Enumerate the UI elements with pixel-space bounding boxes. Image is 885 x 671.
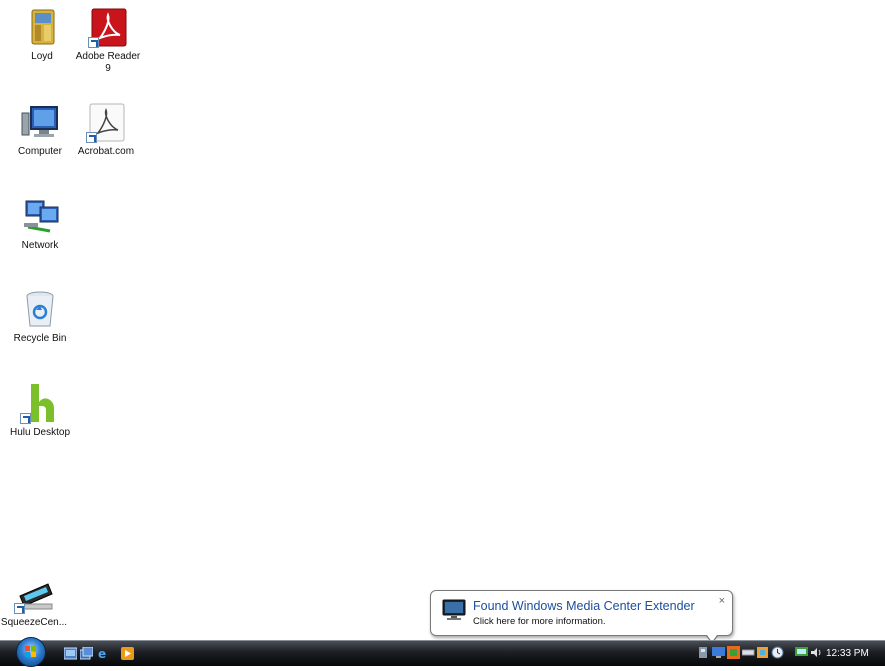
desktop-icon-network[interactable]: Network bbox=[4, 197, 76, 252]
notification-title: Found Windows Media Center Extender bbox=[473, 599, 695, 613]
notification-text: Click here for more information. bbox=[473, 616, 606, 627]
windows-orb-icon[interactable] bbox=[16, 637, 46, 667]
desktop-icon-recycle-bin[interactable]: Recycle Bin bbox=[4, 290, 76, 345]
desktop-icon-label: Acrobat.com bbox=[77, 146, 135, 157]
desktop: Loyd Adobe Reader 9 Computer Acrobat.com… bbox=[0, 0, 885, 640]
squeezecenter-icon bbox=[14, 574, 54, 614]
recycle-bin-icon bbox=[20, 290, 60, 330]
desktop-icon-squeezecenter[interactable]: SqueezeCen... bbox=[0, 574, 70, 629]
adobe-reader-icon bbox=[88, 8, 128, 48]
monitor-tray-icon[interactable] bbox=[712, 646, 725, 659]
shortcut-arrow-icon bbox=[14, 603, 25, 614]
internet-explorer-icon[interactable]: e bbox=[97, 647, 110, 661]
desktop-icon-adobe-reader[interactable]: Adobe Reader 9 bbox=[72, 8, 144, 75]
battery-icon[interactable] bbox=[741, 646, 755, 659]
shortcut-arrow-icon bbox=[88, 37, 99, 48]
user-folder-icon bbox=[22, 8, 62, 48]
notification-balloon[interactable]: Found Windows Media Center Extender Clic… bbox=[430, 590, 733, 644]
desktop-icon-hulu-desktop[interactable]: Hulu Desktop bbox=[4, 384, 76, 439]
desktop-icon-loyd[interactable]: Loyd bbox=[6, 8, 78, 63]
desktop-icon-label: Recycle Bin bbox=[13, 333, 67, 344]
hulu-icon bbox=[20, 384, 60, 424]
taskbar: e 12:33 PM bbox=[0, 637, 885, 667]
shortcut-arrow-icon bbox=[20, 413, 31, 424]
svg-text:e: e bbox=[98, 647, 106, 660]
system-tray: 12:33 PM bbox=[693, 643, 885, 665]
media-center-tray-icon[interactable] bbox=[727, 646, 740, 659]
network-tray-icon[interactable] bbox=[697, 646, 710, 659]
acrobat-icon bbox=[86, 103, 126, 143]
close-icon[interactable]: × bbox=[719, 596, 725, 607]
media-player-icon[interactable] bbox=[121, 647, 134, 660]
desktop-icon-acrobat-com[interactable]: Acrobat.com bbox=[70, 103, 142, 158]
monitor-icon bbox=[442, 599, 466, 621]
taskbar-clock[interactable]: 12:33 PM bbox=[826, 648, 869, 659]
desktop-icon-label: Adobe Reader 9 bbox=[75, 51, 141, 74]
switch-windows-icon[interactable] bbox=[79, 646, 94, 660]
shortcut-arrow-icon bbox=[86, 132, 97, 143]
sync-icon[interactable] bbox=[756, 646, 769, 659]
desktop-icon-label: Loyd bbox=[31, 51, 53, 62]
desktop-icon-label: Hulu Desktop bbox=[9, 427, 71, 438]
computer-icon bbox=[20, 103, 60, 143]
desktop-icon-computer[interactable]: Computer bbox=[4, 103, 76, 158]
desktop-icon-label: Network bbox=[21, 240, 59, 251]
network-icon bbox=[20, 197, 60, 237]
show-desktop-icon[interactable] bbox=[63, 647, 78, 660]
desktop-icon-label: SqueezeCen... bbox=[0, 617, 68, 628]
clock-app-icon[interactable] bbox=[771, 646, 784, 659]
volume-icon[interactable] bbox=[810, 646, 823, 659]
desktop-icon-label: Computer bbox=[18, 146, 62, 157]
display-icon[interactable] bbox=[795, 646, 808, 659]
